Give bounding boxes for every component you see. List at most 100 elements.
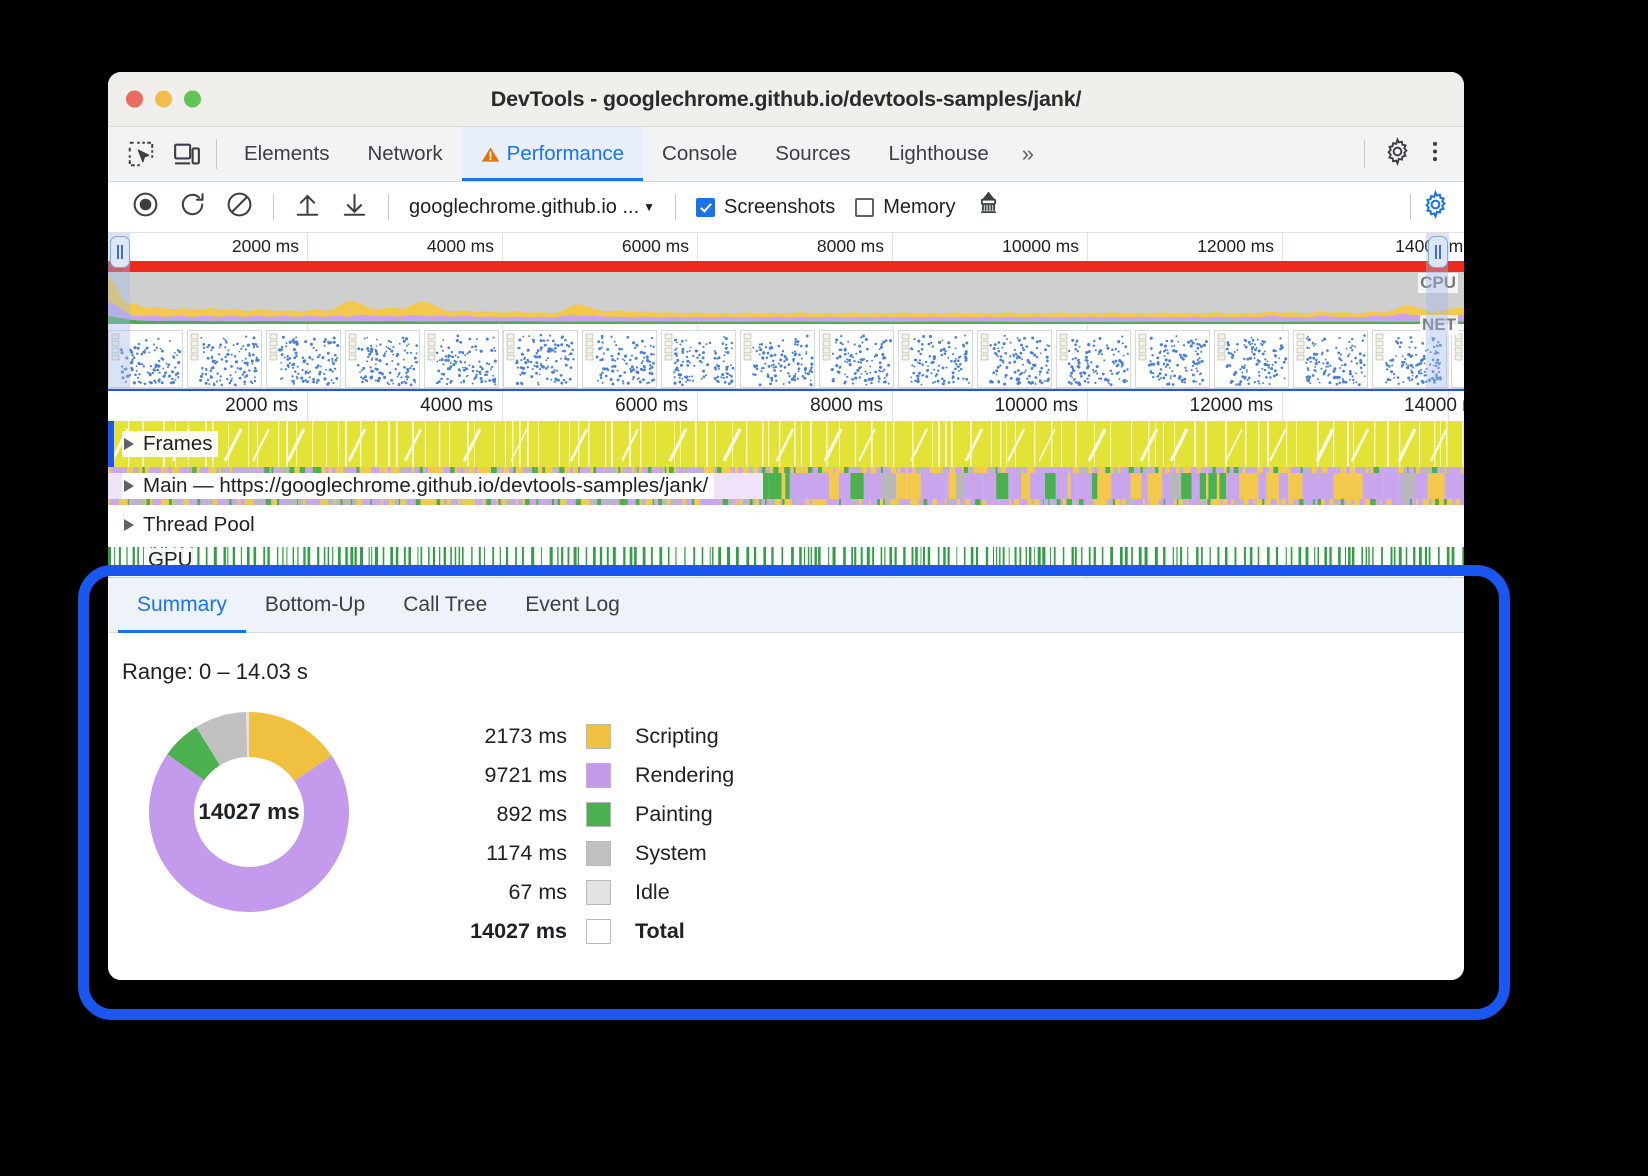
filmstrip-thumbnail[interactable] bbox=[187, 330, 262, 388]
tab-elements[interactable]: Elements bbox=[225, 127, 348, 181]
tab-performance[interactable]: Performance bbox=[462, 127, 643, 181]
download-profile-icon[interactable] bbox=[331, 190, 378, 224]
memory-label: Memory bbox=[883, 196, 955, 219]
filmstrip-thumbnail[interactable] bbox=[1214, 330, 1289, 388]
donut-slice-rendering[interactable] bbox=[149, 754, 349, 912]
minimize-window-button[interactable] bbox=[155, 91, 172, 108]
window-traffic-lights bbox=[126, 91, 201, 108]
filmstrip-thumbnail[interactable] bbox=[503, 330, 578, 388]
filmstrip-thumbnail[interactable] bbox=[582, 330, 657, 388]
tab-console-label: Console bbox=[662, 142, 737, 166]
filmstrip-thumbnail[interactable] bbox=[345, 330, 420, 388]
expand-triangle-icon[interactable] bbox=[124, 438, 134, 450]
gpu-band bbox=[108, 545, 1464, 575]
more-tabs-chevron-icon[interactable]: » bbox=[1008, 127, 1045, 181]
device-toolbar-icon[interactable] bbox=[172, 139, 202, 169]
legend-row[interactable]: 2173 msScripting bbox=[447, 717, 734, 756]
track-gpu-name: GPU bbox=[144, 548, 196, 572]
track-gpu[interactable]: GPU bbox=[108, 545, 1464, 575]
tab-summary[interactable]: Summary bbox=[118, 578, 246, 632]
activity-donut-chart[interactable]: 14027 ms bbox=[146, 709, 352, 915]
target-url-select[interactable]: googlechrome.github.io ... ▼ bbox=[409, 196, 655, 219]
filmstrip-thumbnail[interactable] bbox=[266, 330, 341, 388]
toolbar-divider-2 bbox=[388, 194, 389, 220]
filmstrip-thumbnail[interactable] bbox=[1451, 330, 1464, 388]
expand-triangle-icon[interactable] bbox=[124, 480, 134, 492]
performance-toolbar: googlechrome.github.io ... ▼ Screenshots… bbox=[108, 182, 1464, 233]
clear-icon[interactable] bbox=[216, 190, 263, 224]
tab-call-tree-label: Call Tree bbox=[403, 593, 487, 617]
legend-label: Idle bbox=[611, 880, 670, 905]
track-label-main[interactable]: Main — https://googlechrome.github.io/de… bbox=[122, 473, 714, 499]
tabstrip-divider bbox=[216, 139, 217, 169]
legend-label: Scripting bbox=[611, 724, 719, 749]
tab-event-log[interactable]: Event Log bbox=[506, 578, 639, 632]
screenshots-checkbox[interactable]: Screenshots bbox=[696, 196, 835, 219]
filmstrip-thumbnail[interactable] bbox=[661, 330, 736, 388]
tab-network[interactable]: Network bbox=[348, 127, 461, 181]
legend-value: 892 ms bbox=[447, 802, 586, 827]
screenshots-label: Screenshots bbox=[724, 196, 835, 219]
kebab-menu-icon[interactable] bbox=[1422, 137, 1448, 171]
overview-window-right-handle[interactable] bbox=[1426, 233, 1448, 388]
tab-lighthouse-label: Lighthouse bbox=[888, 142, 988, 166]
filmstrip-thumbnail[interactable] bbox=[424, 330, 499, 388]
flamechart-area[interactable]: 2000 ms 4000 ms 6000 ms 8000 ms 10000 ms… bbox=[108, 389, 1464, 577]
legend-label: System bbox=[611, 841, 707, 866]
flamechart-tick-label: 4000 ms bbox=[420, 395, 502, 417]
legend-row[interactable]: 9721 msRendering bbox=[447, 756, 734, 795]
filmstrip-thumbnail[interactable] bbox=[1293, 330, 1368, 388]
track-label-frames[interactable]: Frames bbox=[122, 431, 218, 457]
filmstrip-thumbnail[interactable] bbox=[1056, 330, 1131, 388]
overview-filmstrip bbox=[108, 328, 1464, 389]
capture-settings-gear-icon[interactable] bbox=[1421, 190, 1450, 224]
filmstrip-thumbnail[interactable] bbox=[977, 330, 1052, 388]
overview-tick-label: 2000 ms bbox=[232, 236, 307, 257]
track-main[interactable]: Main — https://googlechrome.github.io/de… bbox=[108, 467, 1464, 505]
legend-row[interactable]: 1174 msSystem bbox=[447, 834, 734, 873]
zoom-window-button[interactable] bbox=[184, 91, 201, 108]
inspect-element-icon[interactable] bbox=[126, 139, 156, 169]
memory-checkbox[interactable]: Memory bbox=[855, 196, 955, 219]
summary-content-row: 14027 ms 2173 msScripting9721 msRenderin… bbox=[122, 709, 1464, 951]
track-label-thread-pool[interactable]: Thread Pool bbox=[122, 512, 261, 538]
legend-row[interactable]: 14027 msTotal bbox=[447, 912, 734, 951]
legend-row[interactable]: 892 msPainting bbox=[447, 795, 734, 834]
tab-sources[interactable]: Sources bbox=[756, 127, 869, 181]
overview-tick-label: 4000 ms bbox=[427, 236, 502, 257]
gear-icon[interactable] bbox=[1383, 137, 1412, 171]
flamechart-tick-label: 10000 ms bbox=[995, 395, 1087, 417]
filmstrip-thumbnail[interactable] bbox=[1135, 330, 1210, 388]
track-frames[interactable]: Frames bbox=[108, 421, 1464, 467]
tab-bottom-up-label: Bottom-Up bbox=[265, 593, 365, 617]
tab-console[interactable]: Console bbox=[643, 127, 756, 181]
legend-row[interactable]: 67 msIdle bbox=[447, 873, 734, 912]
filmstrip-thumbnail[interactable] bbox=[898, 330, 973, 388]
tab-lighthouse[interactable]: Lighthouse bbox=[869, 127, 1007, 181]
reload-record-icon[interactable] bbox=[169, 190, 216, 224]
record-circle-icon[interactable] bbox=[122, 190, 169, 224]
devtools-window: DevTools - googlechrome.github.io/devtoo… bbox=[108, 72, 1464, 980]
flamechart-ruler: 2000 ms 4000 ms 6000 ms 8000 ms 10000 ms… bbox=[108, 391, 1464, 421]
upload-profile-icon[interactable] bbox=[284, 190, 331, 224]
summary-drawer: Summary Bottom-Up Call Tree Event Log Ra… bbox=[108, 577, 1464, 980]
memory-checkbox-box[interactable] bbox=[855, 198, 874, 217]
filmstrip-thumbnail[interactable] bbox=[740, 330, 815, 388]
thread-pool-band bbox=[108, 505, 1464, 545]
expand-triangle-icon[interactable] bbox=[124, 519, 134, 531]
close-window-button[interactable] bbox=[126, 91, 143, 108]
tab-elements-label: Elements bbox=[244, 142, 329, 166]
timeline-overview[interactable]: 2000 ms 4000 ms 6000 ms 8000 ms 10000 ms… bbox=[108, 233, 1464, 389]
tab-call-tree[interactable]: Call Tree bbox=[384, 578, 506, 632]
devtools-tabstrip: Elements Network Performance Console Sou… bbox=[108, 127, 1464, 182]
screenshots-checkbox-box[interactable] bbox=[696, 198, 715, 217]
tab-bottom-up[interactable]: Bottom-Up bbox=[246, 578, 384, 632]
filmstrip-thumbnail[interactable] bbox=[819, 330, 894, 388]
collect-garbage-icon[interactable] bbox=[965, 190, 1012, 224]
tab-sources-label: Sources bbox=[775, 142, 850, 166]
summary-body: Range: 0 – 14.03 s 14027 ms 2173 msScrip… bbox=[108, 633, 1464, 951]
track-thread-pool[interactable]: Thread Pool bbox=[108, 505, 1464, 545]
overview-tick-label: 12000 ms bbox=[1197, 236, 1282, 257]
overview-window-left-handle[interactable] bbox=[108, 233, 130, 388]
legend-label: Rendering bbox=[611, 763, 734, 788]
